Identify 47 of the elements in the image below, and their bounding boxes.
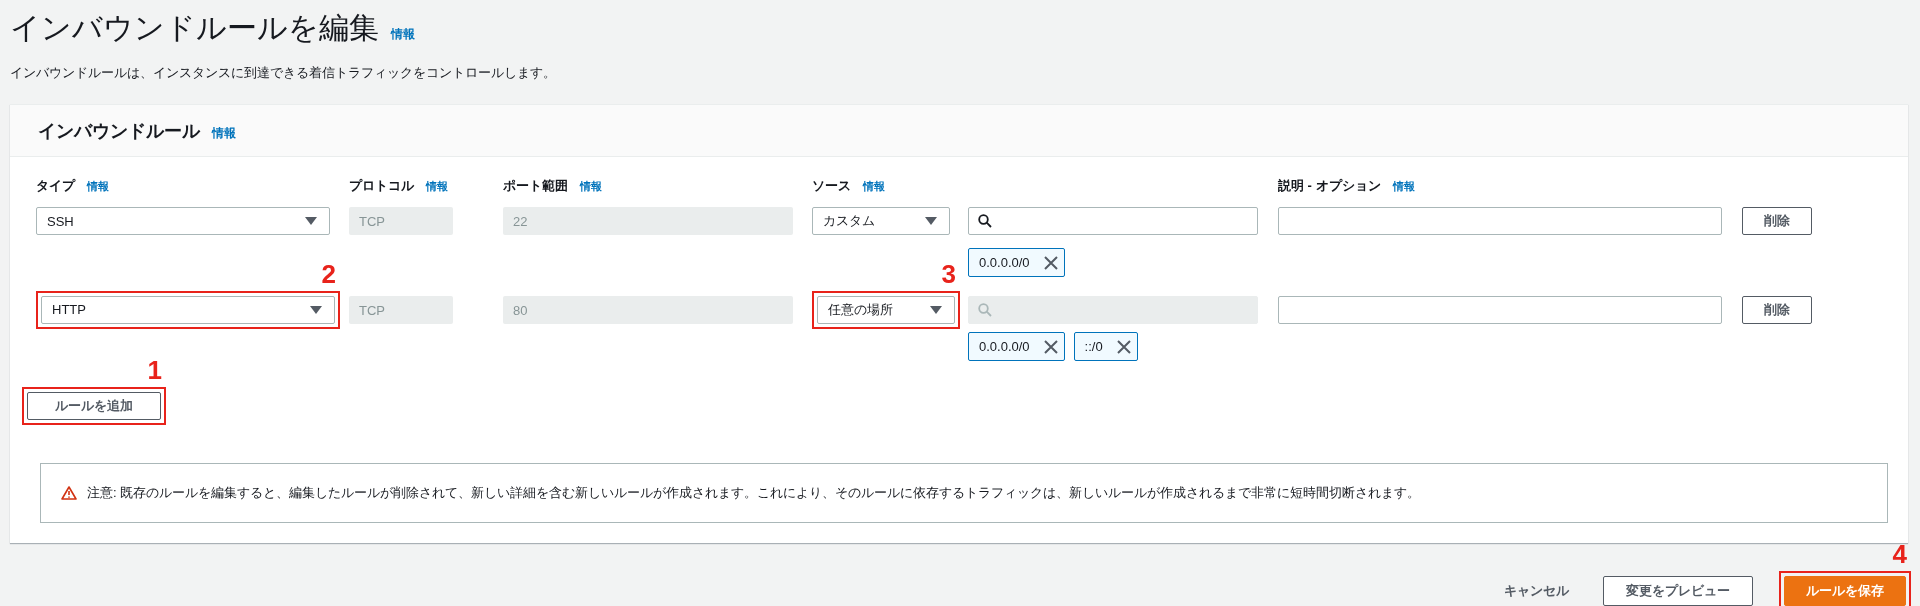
column-header: 説明 - オプション <box>1278 177 1381 195</box>
info-link[interactable]: 情報 <box>212 124 236 142</box>
dropdown-caret-icon <box>310 306 322 314</box>
description-field[interactable] <box>1278 296 1722 324</box>
source-select[interactable]: カスタム <box>812 207 950 235</box>
search-icon <box>978 214 992 228</box>
page-description: インバウンドルールは、インスタンスに到達できる着信トラフィックをコントロールします。 <box>10 64 557 82</box>
search-icon <box>978 303 992 317</box>
warning-icon <box>61 486 77 500</box>
close-icon <box>1116 339 1131 354</box>
cancel-button[interactable]: キャンセル <box>1496 582 1577 600</box>
page-title: インバウンドルールを編集 <box>10 10 379 46</box>
dropdown-caret-icon <box>930 306 942 314</box>
column-header: プロトコル <box>349 177 414 195</box>
type-select[interactable]: HTTP <box>41 296 335 324</box>
delete-button[interactable]: 削除 <box>1742 207 1812 235</box>
panel-title: インバウンドルール <box>38 119 200 143</box>
annotation-number: 2 <box>321 261 336 287</box>
preview-button[interactable]: 変更をプレビュー <box>1603 576 1753 606</box>
cidr-text: 0.0.0.0/0 <box>979 339 1030 354</box>
add-rule-button[interactable]: ルールを追加 <box>27 392 161 420</box>
annotation-number: 1 <box>147 357 162 383</box>
info-link[interactable]: 情報 <box>863 179 885 194</box>
annotation-number: 3 <box>941 261 956 287</box>
description-field[interactable] <box>1278 207 1722 235</box>
annotation-number: 4 <box>1892 541 1907 567</box>
column-header: ソース <box>812 177 851 195</box>
cidr-text: ::/0 <box>1084 339 1103 354</box>
info-link[interactable]: 情報 <box>87 179 109 194</box>
port-field[interactable]: 80 <box>503 296 793 324</box>
info-link[interactable]: 情報 <box>391 16 415 52</box>
source-select[interactable]: 任意の場所 <box>817 296 955 324</box>
info-link[interactable]: 情報 <box>580 179 602 194</box>
close-icon <box>1043 339 1058 354</box>
column-header: タイプ <box>36 177 75 195</box>
close-icon <box>1043 255 1058 270</box>
info-link[interactable]: 情報 <box>1392 179 1415 194</box>
type-select[interactable]: SSH <box>36 207 330 235</box>
delete-button[interactable]: 削除 <box>1742 296 1812 324</box>
cidr-search-field[interactable] <box>968 207 1258 235</box>
save-button[interactable]: ルールを保存 <box>1784 576 1906 606</box>
info-link[interactable]: 情報 <box>426 179 448 194</box>
dropdown-caret-icon <box>925 217 937 225</box>
column-header: ポート範囲 <box>503 177 568 195</box>
warning-text: 注意: 既存のルールを編集すると、編集したルールが削除されて、新しい詳細を含む新しいルールが作成されます。これにより、そのルールに依存するトラフィックは、新しいルールが作成されるまで非常に短時間切断されます。 <box>87 484 1421 502</box>
dropdown-caret-icon <box>305 217 317 225</box>
cidr-text: 0.0.0.0/0 <box>979 255 1030 270</box>
